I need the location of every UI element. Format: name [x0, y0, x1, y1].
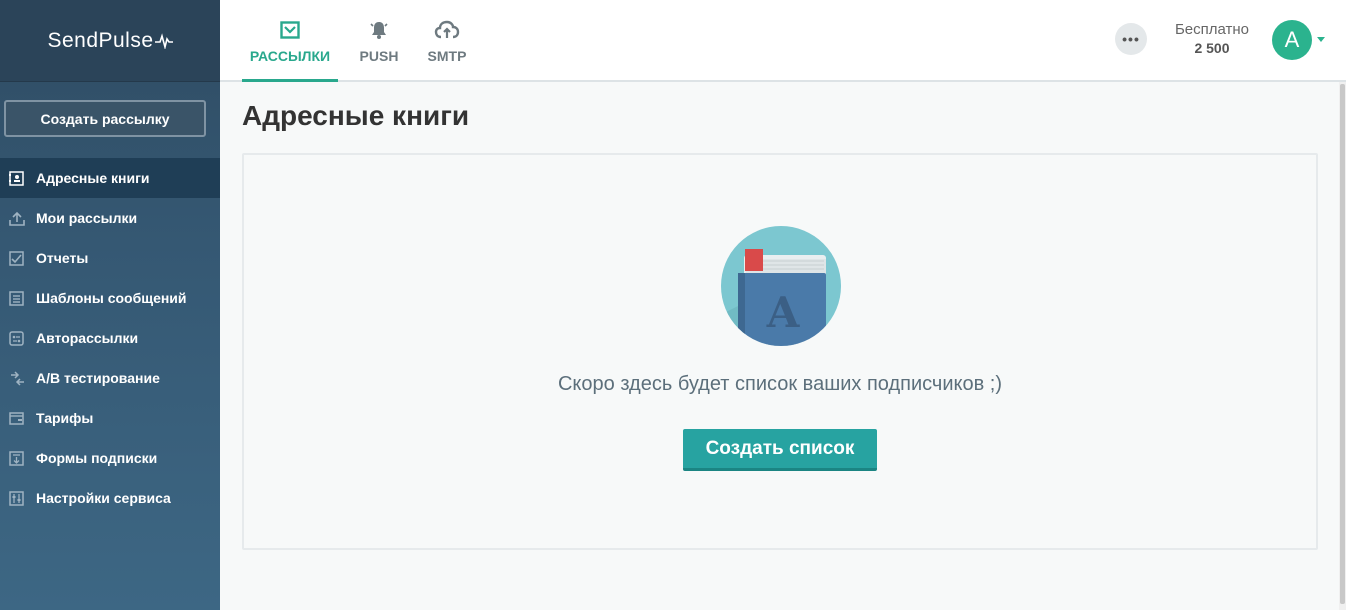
- settings-sliders-icon: [0, 490, 36, 506]
- plan-amount: 2 500: [1194, 40, 1230, 56]
- tab-label: SMTP: [427, 48, 467, 64]
- sidebar: SendPulse Создать рассылку Адресные книг…: [0, 0, 220, 610]
- pulse-icon: [154, 32, 173, 49]
- scrollbar-thumb[interactable]: [1340, 84, 1345, 604]
- template-icon: [0, 290, 36, 306]
- sidebar-item-address-books[interactable]: Адресные книги: [0, 158, 220, 198]
- sidebar-item-my-campaigns[interactable]: Мои рассылки: [0, 198, 220, 238]
- wallet-icon: [0, 411, 36, 426]
- tab-label: РАССЫЛКИ: [249, 48, 331, 64]
- sidebar-item-label: A/B тестирование: [36, 370, 160, 386]
- sidebar-item-automations[interactable]: Авторассылки: [0, 318, 220, 358]
- tab-smtp[interactable]: SMTP: [420, 0, 474, 80]
- top-bar: РАССЫЛКИ PUSH SMTP ••• Бесплатно 2 500 A: [220, 0, 1346, 82]
- empty-state-message: Скоро здесь будет список ваших подписчик…: [557, 373, 1003, 395]
- brand-name: SendPulse: [47, 28, 154, 52]
- address-book-icon: [0, 170, 36, 186]
- sidebar-item-subscription-forms[interactable]: Формы подписки: [0, 438, 220, 478]
- automation-icon: [0, 330, 36, 346]
- scrollbar[interactable]: [1339, 82, 1346, 610]
- sidebar-menu: Адресные книги Мои рассылки Отчеты Шабло…: [0, 158, 220, 518]
- tab-email-campaigns[interactable]: РАССЫЛКИ: [242, 0, 338, 82]
- cloud-upload-icon: [434, 18, 460, 42]
- sidebar-item-label: Отчеты: [36, 250, 89, 266]
- sidebar-item-label: Адресные книги: [36, 170, 150, 186]
- sidebar-item-label: Шаблоны сообщений: [36, 290, 187, 306]
- create-campaign-button[interactable]: Создать рассылку: [4, 100, 206, 137]
- sidebar-item-label: Формы подписки: [36, 450, 158, 466]
- bell-icon: [368, 18, 390, 42]
- sidebar-item-reports[interactable]: Отчеты: [0, 238, 220, 278]
- ab-test-icon: [0, 370, 36, 386]
- form-icon: [0, 450, 36, 466]
- chart-check-icon: [0, 250, 36, 266]
- sidebar-item-ab-testing[interactable]: A/B тестирование: [0, 358, 220, 398]
- plan-info[interactable]: Бесплатно 2 500: [1164, 21, 1260, 57]
- sidebar-item-label: Тарифы: [36, 410, 94, 426]
- tab-label: PUSH: [359, 48, 399, 64]
- empty-state-card: A Скоро здесь будет список ваших подписч…: [242, 153, 1318, 550]
- logo[interactable]: SendPulse: [0, 0, 220, 82]
- plan-name: Бесплатно: [1174, 21, 1250, 38]
- tab-push[interactable]: PUSH: [352, 0, 406, 80]
- sidebar-item-label: Авторассылки: [36, 330, 139, 346]
- address-book-illustration: A: [721, 226, 841, 346]
- create-list-button[interactable]: Создать список: [683, 429, 877, 471]
- sidebar-item-label: Настройки сервиса: [36, 490, 171, 506]
- more-button[interactable]: •••: [1115, 23, 1147, 55]
- upload-tray-icon: [0, 211, 36, 226]
- envelope-check-icon: [280, 18, 300, 42]
- sidebar-item-templates[interactable]: Шаблоны сообщений: [0, 278, 220, 318]
- page-title: Адресные книги: [242, 100, 470, 131]
- sidebar-item-label: Мои рассылки: [36, 210, 138, 226]
- chevron-down-icon[interactable]: [1317, 37, 1325, 42]
- avatar[interactable]: A: [1272, 20, 1312, 60]
- sidebar-item-pricing[interactable]: Тарифы: [0, 398, 220, 438]
- sidebar-item-service-settings[interactable]: Настройки сервиса: [0, 478, 220, 518]
- illustration-letter: A: [766, 288, 801, 337]
